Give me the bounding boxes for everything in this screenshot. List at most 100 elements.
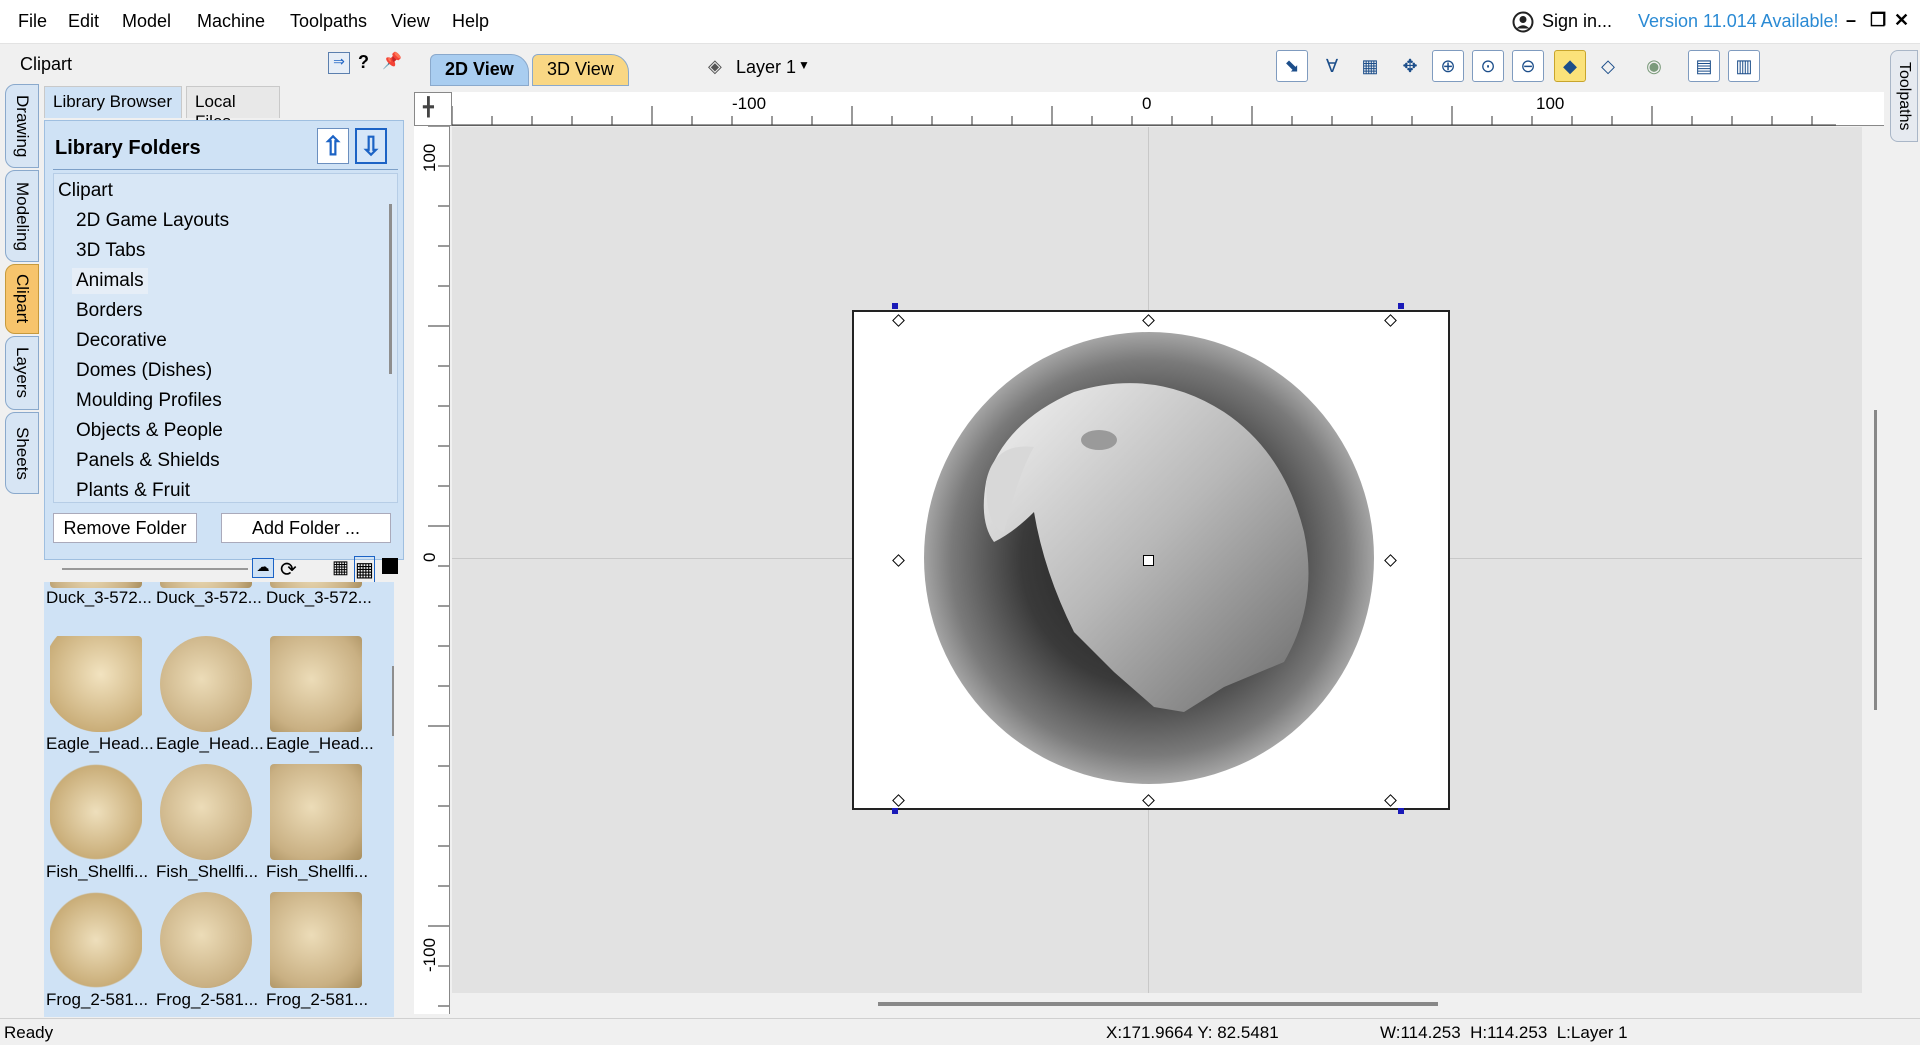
folder-item-selected[interactable]: Animals	[72, 268, 148, 294]
thumbnail-item[interactable]: Fish_Shellfi...	[266, 764, 368, 890]
folder-item[interactable]: 2D Game Layouts	[72, 208, 233, 234]
large-grid-icon[interactable]	[382, 558, 398, 574]
restore-icon[interactable]: ❐	[1870, 10, 1886, 31]
horizontal-ruler: -100 0 100	[452, 92, 1884, 126]
toolpaths-side-tab[interactable]: Toolpaths	[1890, 50, 1918, 142]
add-folder-button[interactable]: Add Folder ...	[221, 513, 391, 543]
folder-item[interactable]: 3D Tabs	[72, 238, 149, 264]
resize-handle[interactable]	[1384, 314, 1397, 327]
version-link[interactable]: Version 11.014 Available!	[1638, 11, 1839, 32]
tab-3d-view[interactable]: 3D View	[532, 54, 629, 86]
pan-icon[interactable]: ✥	[1394, 50, 1426, 82]
remove-folder-button[interactable]: Remove Folder	[53, 513, 197, 543]
vector-icon[interactable]: ◇	[1592, 50, 1624, 82]
thumbnail-item[interactable]: Eagle_Head...	[156, 636, 264, 762]
arrow-down-icon[interactable]: ⇩	[355, 128, 387, 164]
ruler-corner[interactable]: ╋	[414, 92, 452, 126]
node-marker	[1398, 303, 1404, 309]
tab-local-files[interactable]: Local Files	[186, 86, 280, 131]
sign-in-link[interactable]: Sign in...	[1542, 11, 1612, 32]
vertical-tabs: Drawing Modeling Clipart Layers Sheets	[5, 84, 41, 494]
thumbnail-item[interactable]: Eagle_Head...	[266, 636, 374, 762]
thumbnail-size-slider[interactable]	[62, 568, 248, 570]
thumbnail-item[interactable]: Frog_2-581...	[46, 892, 148, 1017]
move-handle[interactable]	[1143, 555, 1154, 566]
resize-handle[interactable]	[1142, 314, 1155, 327]
thumbnail-item[interactable]: Eagle_Head...	[46, 636, 154, 762]
help-icon[interactable]: ?	[358, 52, 369, 73]
folder-item[interactable]: Borders	[72, 298, 147, 324]
resize-handle[interactable]	[892, 794, 905, 807]
folder-scrollbar[interactable]	[389, 204, 392, 374]
resize-handle[interactable]	[1384, 794, 1397, 807]
menu-edit[interactable]: Edit	[68, 11, 99, 32]
menu-toolpaths[interactable]: Toolpaths	[290, 11, 367, 32]
folder-item[interactable]: Decorative	[72, 328, 171, 354]
menu-view[interactable]: View	[391, 11, 430, 32]
cloud-icon[interactable]: ☁	[252, 558, 274, 578]
selection-dimensions: W:114.253 H:114.253 L:Layer 1	[1380, 1023, 1628, 1042]
tab-clipart[interactable]: Clipart	[5, 264, 39, 334]
folder-item[interactable]: Moulding Profiles	[72, 388, 226, 414]
folder-item[interactable]: Plants & Fruit	[72, 478, 194, 502]
cursor-coordinates: X:171.9664 Y: 82.5481	[1106, 1023, 1279, 1042]
refresh-icon[interactable]: ⟳	[280, 557, 297, 582]
user-icon[interactable]	[1512, 11, 1534, 34]
resize-handle[interactable]	[1142, 794, 1155, 807]
folder-item[interactable]: Panels & Shields	[72, 448, 224, 474]
tab-sheets[interactable]: Sheets	[5, 412, 39, 494]
horizontal-scrollbar[interactable]	[878, 1002, 1438, 1006]
zoom-fit-icon[interactable]: ⊙	[1472, 50, 1504, 82]
folder-item[interactable]: Domes (Dishes)	[72, 358, 216, 384]
thumbnail-grid: Duck_3-572... Duck_3-572... Duck_3-572..…	[44, 582, 394, 1017]
ruler-label: -100	[732, 94, 767, 113]
drawing-canvas[interactable]	[452, 127, 1862, 993]
model-icon[interactable]: ◉	[1638, 50, 1670, 82]
resize-handle[interactable]	[892, 554, 905, 567]
folder-item[interactable]: Objects & People	[72, 418, 227, 444]
thumbnail-toolbar: ☁ ⟳ ▦ ▦	[44, 556, 404, 583]
medium-grid-icon[interactable]: ▦	[354, 556, 375, 583]
snap-icon[interactable]: ◆	[1554, 50, 1586, 82]
vertical-ruler: 100 0 -100	[414, 126, 450, 1014]
node-marker	[1398, 808, 1404, 814]
thumbnail-item[interactable]: Fish_Shellfi...	[156, 764, 258, 890]
pushpin-icon[interactable]: 📌	[382, 51, 402, 71]
close-icon[interactable]: ✕	[1894, 10, 1909, 31]
pin-panel-icon[interactable]: ⇒	[328, 52, 350, 74]
resize-handle[interactable]	[892, 314, 905, 327]
zoom-in-icon[interactable]: ⊕	[1432, 50, 1464, 82]
layer-name: Layer 1	[736, 57, 797, 77]
thumbnail-item[interactable]: Frog_2-581...	[266, 892, 368, 1017]
thumbnail-scrollbar[interactable]	[392, 666, 394, 736]
vertical-scrollbar[interactable]	[1874, 410, 1877, 710]
view-tabs: 2D View 3D View	[418, 54, 638, 88]
folder-item[interactable]: Clipart	[54, 178, 117, 204]
split-vertical-icon[interactable]: ▥	[1728, 50, 1760, 82]
minimize-icon[interactable]: –	[1846, 10, 1856, 31]
selected-clipart-bounds[interactable]	[852, 303, 1450, 814]
thumbnail-item[interactable]: Frog_2-581...	[156, 892, 258, 1017]
tab-drawing[interactable]: Drawing	[5, 84, 39, 168]
menu-machine[interactable]: Machine	[197, 11, 265, 32]
menu-model[interactable]: Model	[122, 11, 171, 32]
tab-layers[interactable]: Layers	[5, 336, 39, 410]
small-grid-icon[interactable]: ▦	[332, 557, 349, 578]
tab-2d-view[interactable]: 2D View	[430, 54, 529, 86]
ruler-icon[interactable]: ∀	[1316, 50, 1348, 82]
tab-modeling[interactable]: Modeling	[5, 170, 39, 262]
ruler-label: 0	[1142, 94, 1152, 113]
arrow-up-icon[interactable]: ⇧	[317, 128, 349, 164]
tab-library-browser[interactable]: Library Browser	[44, 86, 182, 118]
menu-help[interactable]: Help	[452, 11, 489, 32]
thumbnail-item[interactable]: Fish_Shellfi...	[46, 764, 148, 890]
view-toolbar: ⬊ ∀ ▦ ✥ ⊕ ⊙ ⊖ ◆ ◇ ◉ ▤ ▥	[1276, 50, 1796, 86]
layer-dropdown[interactable]: ◈ Layer 1 ▼	[708, 54, 828, 82]
resize-handle[interactable]	[1384, 554, 1397, 567]
zoom-out-icon[interactable]: ⊖	[1512, 50, 1544, 82]
split-horizontal-icon[interactable]: ▤	[1688, 50, 1720, 82]
library-folders-panel: Library Folders ⇧ ⇩ Clipart 2D Game Layo…	[44, 120, 404, 560]
menu-file[interactable]: File	[18, 11, 47, 32]
grid-icon[interactable]: ▦	[1354, 50, 1386, 82]
zoom-box-icon[interactable]: ⬊	[1276, 50, 1308, 82]
